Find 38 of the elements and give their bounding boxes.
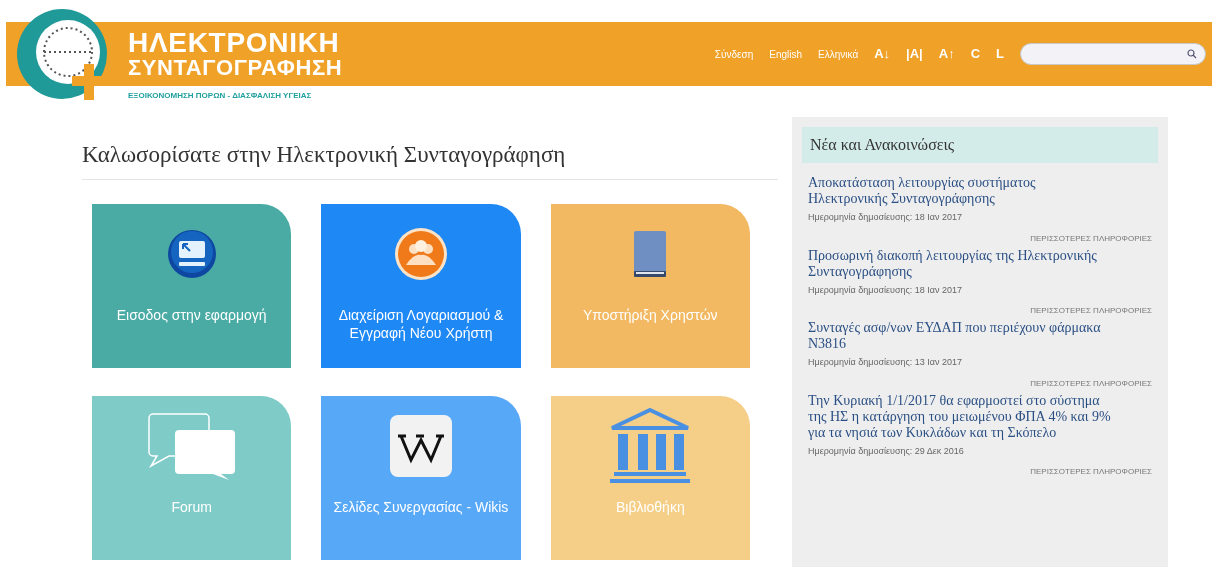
nav-link[interactable]: Σύνδεση [714,46,754,62]
welcome-title: Καλωσορίσατε στην Ηλεκτρονική Συνταγογράφηση [82,138,778,180]
news-headline[interactable]: Αποκατάσταση λειτουργίας συστήματος Ηλεκτρονικής Συνταγογράφησης [808,175,1152,207]
tile-link[interactable]: Εισοδος στην εφαρμογή [92,203,292,368]
logo-tagline: ΕΞΟΙΚΟΝΟΜΗΣΗ ΠΟΡΩΝ - ΔΙΑΣΦΑΛΙΣΗ ΥΓΕΙΑΣ [128,92,312,100]
more-info-link[interactable]: ΠΕΡΙΣΣΟΤΕΡΕΣ ΠΛΗΡΟΦΟΡΙΕΣ [1030,466,1152,478]
logo-title: ΗΛΕΚΤΡΟΝΙΚΗ [128,29,341,57]
chat-icon [146,411,237,480]
accessibility-button[interactable]: A↓ [874,44,891,64]
news-date: Ημερομηνία δημοσίευσης: 13 Ιαν 2017 [808,356,964,369]
tile-link[interactable]: Forum [92,395,292,560]
news-headline[interactable]: Συνταγές ασφ/νων ΕΥΔΑΠ που περιέχουν φάρμακα Ν3816 [808,320,1152,352]
accessibility-button[interactable]: C [970,44,981,64]
accessibility-button[interactable]: A↑ [938,44,955,64]
news-headline[interactable]: Την Κυριακή 1/1/2017 θα εφαρμοστεί στο σύστημα της ΗΣ η κατάργηση του μειωμένου ΦΠΑ 4% και 9% για τα νησιά των Κυκλάδων και τη Σκόπελο [808,392,1152,441]
nav-link[interactable]: English [769,46,803,62]
tile-link[interactable]: Βιβλιοθήκη [550,395,750,560]
news-title: Νέα και Ανακοινώσεις [802,127,1158,163]
logo-subtitle: ΣΥΝΤΑΓΟΓΡΑΦΗΣΗ [128,57,343,79]
news-date: Ημερομηνία δημοσίευσης: 18 Ιαν 2017 [808,211,964,224]
accessibility-button[interactable]: |A| [906,44,923,64]
tile-link[interactable]: Σελίδες Συνεργασίας - Wikis [321,395,521,560]
news-date: Ημερομηνία δημοσίευσης: 29 Δεκ 2016 [808,444,965,458]
news-date: Ημερομηνία δημοσίευσης: 18 Ιαν 2017 [808,283,964,297]
more-info-link[interactable]: ΠΕΡΙΣΣΟΤΕΡΕΣ ΠΛΗΡΟΦΟΡΙΕΣ [1030,232,1152,245]
tile-link[interactable]: Υποστήριξη Χρηστών [550,203,750,368]
library-icon [608,407,693,484]
wiki-icon [389,413,453,478]
nav-link[interactable]: Ελληνικά [818,46,859,62]
search-field[interactable] [1020,43,1206,65]
more-info-link[interactable]: ΠΕΡΙΣΣΟΤΕΡΕΣ ΠΛΗΡΟΦΟΡΙΕΣ [1030,377,1152,390]
search-icon [1187,49,1197,59]
news-headline[interactable]: Προσωρινή διακοπή λειτουργίας της Ηλεκτρονικής Συνταγογράφησης [808,247,1152,280]
tile-link[interactable]: Διαχείριση Λογαριασμού & Εγγραφή Νέου Χρήστη [321,203,521,368]
more-info-link[interactable]: ΠΕΡΙΣΣΟΤΕΡΕΣ ΠΛΗΡΟΦΟΡΙΕΣ [1030,305,1152,317]
accessibility-button[interactable]: L [996,44,1004,64]
users-icon [394,226,448,281]
computer-icon [166,228,217,279]
